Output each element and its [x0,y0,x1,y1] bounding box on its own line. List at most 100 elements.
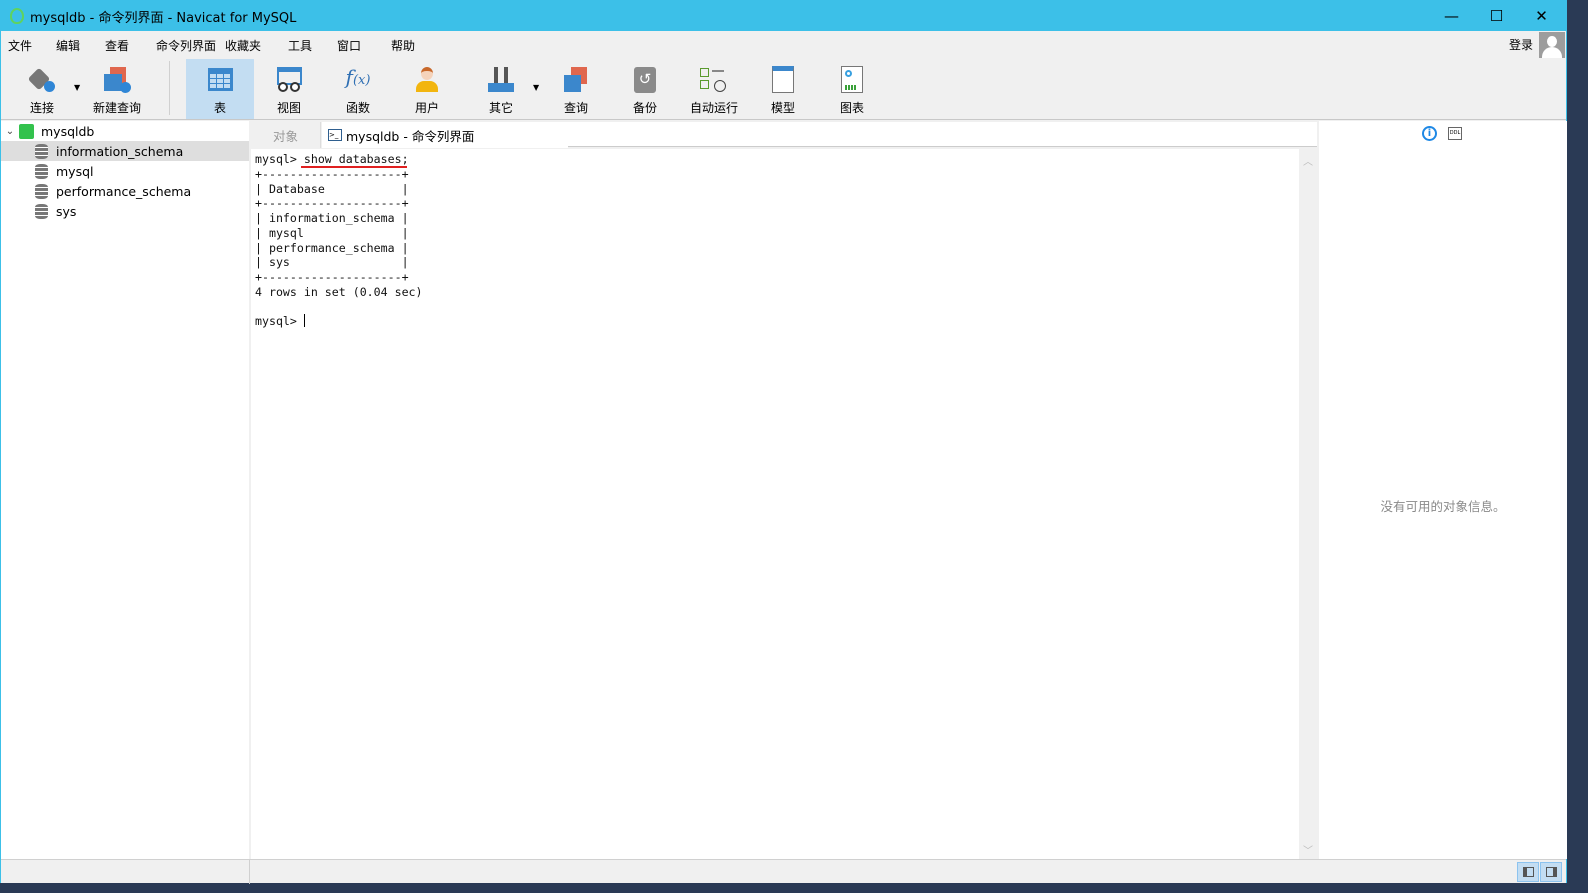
query-button[interactable]: 查询 [542,59,610,119]
others-button[interactable]: 其它 [467,59,535,119]
navicat-window: mysqldb - 命令列界面 - Navicat for MySQL — ☐ … [0,0,1567,884]
tools-icon [486,65,516,95]
menu-window[interactable]: 窗口 [337,37,361,54]
database-icon [35,143,48,159]
console-line: | Database | [255,181,409,196]
table-icon [205,65,235,95]
toolbar-label: 查询 [563,101,588,115]
title-bar: mysqldb - 命令列界面 - Navicat for MySQL — ☐ … [1,1,1566,31]
menu-console[interactable]: 命令列界面 [156,37,216,54]
automation-button[interactable]: 自动运行 [680,59,748,119]
ddl-icon[interactable]: DDL [1448,127,1462,140]
navigation-pane: ⌄ mysqldb information_schema mysql perfo… [1,121,249,859]
vertical-scrollbar[interactable]: ︿ ﹀ [1299,149,1317,859]
user-icon [412,65,442,95]
console-line: +--------------------+ [255,166,409,181]
menu-edit[interactable]: 编辑 [56,37,80,54]
login-link[interactable]: 登录 [1509,36,1533,53]
function-button[interactable]: f(x) 函数 [324,59,392,119]
toolbar-label: 连接 [29,101,54,115]
toolbar-label: 其它 [488,101,513,115]
connect-dropdown-icon[interactable]: ▼ [74,83,80,92]
console-line: | information_schema | [255,211,409,225]
backup-button[interactable]: ↺ 备份 [611,59,679,119]
toolbar-label: 新建查询 [92,101,141,115]
console-output[interactable]: mysql> show databases; +-----------------… [255,152,423,329]
terminal-icon: >_ [328,129,342,141]
model-icon [768,65,798,95]
database-icon [35,183,48,199]
status-bar [1,859,1566,884]
table-button[interactable]: 表 [186,59,254,119]
scroll-down-icon[interactable]: ﹀ [1299,842,1317,857]
tab-console[interactable]: >_ mysqldb - 命令列界面 [322,122,568,148]
tree-connection-mysqldb[interactable]: ⌄ mysqldb [1,121,249,141]
database-icon [35,203,48,219]
scroll-up-icon[interactable]: ︿ [1299,153,1317,168]
query-icon [561,65,591,95]
toolbar-label: 视图 [276,101,301,115]
menu-file[interactable]: 文件 [8,37,32,54]
object-info-panel: i DDL 没有可用的对象信息。 [1319,121,1567,859]
status-divider [249,860,250,884]
database-name: mysql [56,163,94,179]
info-icon[interactable]: i [1422,126,1437,141]
toggle-left-pane-button[interactable] [1517,862,1539,882]
view-button[interactable]: 视图 [255,59,323,119]
console-line: +--------------------+ [255,270,409,284]
tree-database-item[interactable]: mysql [1,161,249,181]
menu-bar: 文件 编辑 查看 命令列界面 收藏夹 工具 窗口 帮助 [1,31,1566,57]
user-button[interactable]: 用户 [393,59,461,119]
text-cursor [303,314,305,328]
no-info-message: 没有可用的对象信息。 [1380,499,1506,514]
menu-view[interactable]: 查看 [105,37,129,54]
toolbar-label: 自动运行 [689,101,738,115]
chart-button[interactable]: 图表 [818,59,886,119]
chevron-down-icon[interactable]: ⌄ [1,126,19,137]
toggle-right-pane-button[interactable] [1540,862,1562,882]
console-line: +--------------------+ [255,196,409,211]
console-line: | mysql | [255,225,409,240]
menu-favorites[interactable]: 收藏夹 [225,37,261,54]
command-console[interactable]: mysql> show databases; +-----------------… [251,149,1299,859]
toolbar-divider [169,61,170,115]
minimize-button[interactable]: — [1429,1,1474,31]
tree-database-item[interactable]: sys [1,201,249,221]
database-icon [35,163,48,179]
toolbar: 连接 ▼ 新建查询 表 视图 f(x) 函数 用户 其它 ▼ 查询 ↺ 备份 自… [1,57,1566,120]
menu-tools[interactable]: 工具 [288,37,312,54]
database-name: information_schema [56,143,184,159]
toolbar-label: 函数 [345,101,370,115]
connection-plug-icon [27,65,57,95]
new-query-icon [102,65,132,95]
console-line: | performance_schema | [255,240,409,255]
console-line: mysql> show databases; [255,152,409,166]
navicat-logo-icon [10,8,24,24]
schedule-icon [699,65,729,95]
console-line: mysql> [255,314,305,329]
console-line: 4 rows in set (0.04 sec) [255,284,423,299]
error-underline [301,166,407,168]
view-icon [274,65,304,95]
others-dropdown-icon[interactable]: ▼ [533,83,539,92]
connect-button[interactable]: 连接 [8,59,76,119]
model-button[interactable]: 模型 [749,59,817,119]
maximize-button[interactable]: ☐ [1474,1,1519,31]
connection-name: mysqldb [41,123,95,139]
backup-icon: ↺ [630,65,660,95]
close-button[interactable]: ✕ [1519,1,1564,31]
new-query-button[interactable]: 新建查询 [83,59,151,119]
console-line: | sys | [255,255,409,270]
tab-console-label: mysqldb - 命令列界面 [346,128,475,144]
tree-database-item[interactable]: performance_schema [1,181,249,201]
database-name: sys [56,203,77,219]
function-icon: f(x) [345,65,371,89]
avatar-icon[interactable] [1539,32,1565,58]
tab-objects[interactable]: 对象 [251,122,321,148]
toolbar-label: 表 [213,101,226,115]
menu-help[interactable]: 帮助 [391,37,415,54]
tab-strip-empty [568,122,1317,147]
tree-database-item[interactable]: information_schema [1,141,249,161]
mysql-connection-icon [19,123,34,139]
toolbar-label: 模型 [770,101,795,115]
